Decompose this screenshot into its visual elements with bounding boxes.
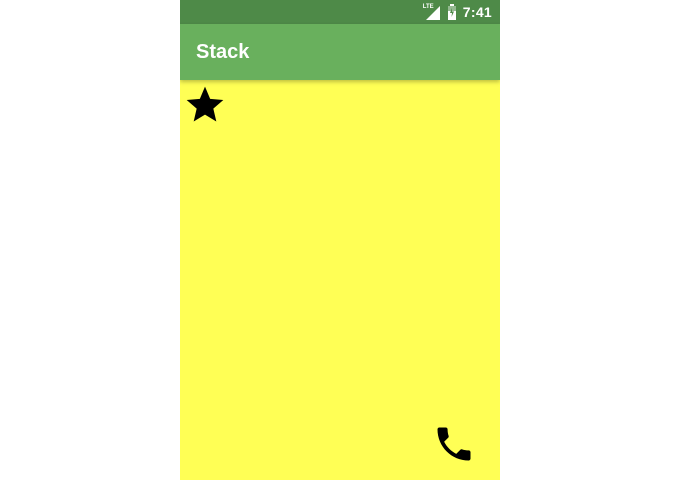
star-icon bbox=[186, 86, 224, 122]
network-label: LTE bbox=[422, 4, 434, 10]
phone-icon bbox=[437, 427, 471, 461]
status-time: 7:41 bbox=[462, 4, 492, 20]
lte-signal-icon: LTE bbox=[423, 4, 441, 20]
phone-screen: LTE 7:41 Stack bbox=[180, 0, 500, 480]
battery-icon bbox=[447, 4, 457, 20]
stack-container bbox=[180, 80, 500, 480]
page-title: Stack bbox=[196, 40, 250, 63]
status-bar: LTE 7:41 bbox=[180, 0, 500, 24]
app-bar: Stack bbox=[180, 24, 500, 80]
